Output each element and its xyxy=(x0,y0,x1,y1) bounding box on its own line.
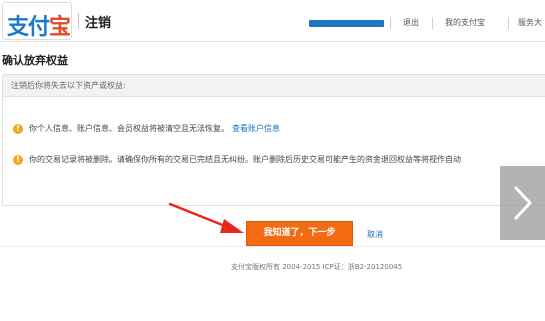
view-account-info-link[interactable]: 查看账户信息 xyxy=(232,124,280,133)
list-item: ! 你个人信息、账户信息、会员权益将被清空且无法恢复。 查看账户信息 xyxy=(13,123,280,134)
user-account-name[interactable] xyxy=(309,20,384,27)
cancel-link[interactable]: 取消 xyxy=(367,229,383,240)
rights-panel: 注销后你将失去以下资产或权益: ! 你个人信息、账户信息、会员权益将被清空且无法恢… xyxy=(2,74,545,206)
logout-link[interactable]: 退出 xyxy=(403,17,419,28)
warning-icon: ! xyxy=(13,154,23,165)
section-title: 注销 xyxy=(85,16,112,31)
logo-text: 支付宝 xyxy=(7,15,71,40)
nav-divider xyxy=(432,17,433,29)
page-title: 确认放弃权益 xyxy=(2,54,68,67)
my-alipay-link[interactable]: 我的支付宝 xyxy=(445,17,485,28)
header: 支付宝 注销 退出 我的支付宝 服务大 xyxy=(0,0,545,42)
next-slide-button[interactable] xyxy=(500,166,545,240)
chevron-right-icon xyxy=(514,186,532,220)
item-text: 你个人信息、账户信息、会员权益将被清空且无法恢复。 xyxy=(29,124,229,133)
confirm-next-button[interactable]: 我知道了，下一步 xyxy=(246,221,353,246)
footer-divider xyxy=(0,246,545,247)
nav-divider xyxy=(508,17,509,29)
logo-divider xyxy=(78,13,79,29)
warning-icon: ! xyxy=(13,123,23,134)
alipay-logo[interactable]: 支付宝 xyxy=(2,2,72,40)
list-item: ! 你的交易记录将被删除。请确保你所有的交易已完结且无纠纷。账户删除后历史交易可能… xyxy=(13,154,461,165)
service-hall-link[interactable]: 服务大 xyxy=(518,17,542,28)
panel-header: 注销后你将失去以下资产或权益: xyxy=(3,75,545,97)
nav-divider xyxy=(390,17,391,29)
page: 支付宝 注销 退出 我的支付宝 服务大 确认放弃权益 注销后你将失去以下资产或权… xyxy=(0,0,545,321)
item-text: 你的交易记录将被删除。请确保你所有的交易已完结且无纠纷。账户删除后历史交易可能产… xyxy=(29,155,461,164)
footer-copyright: 支付宝版权所有 2004-2015 ICP证：浙B2-20120045 xyxy=(231,263,403,271)
